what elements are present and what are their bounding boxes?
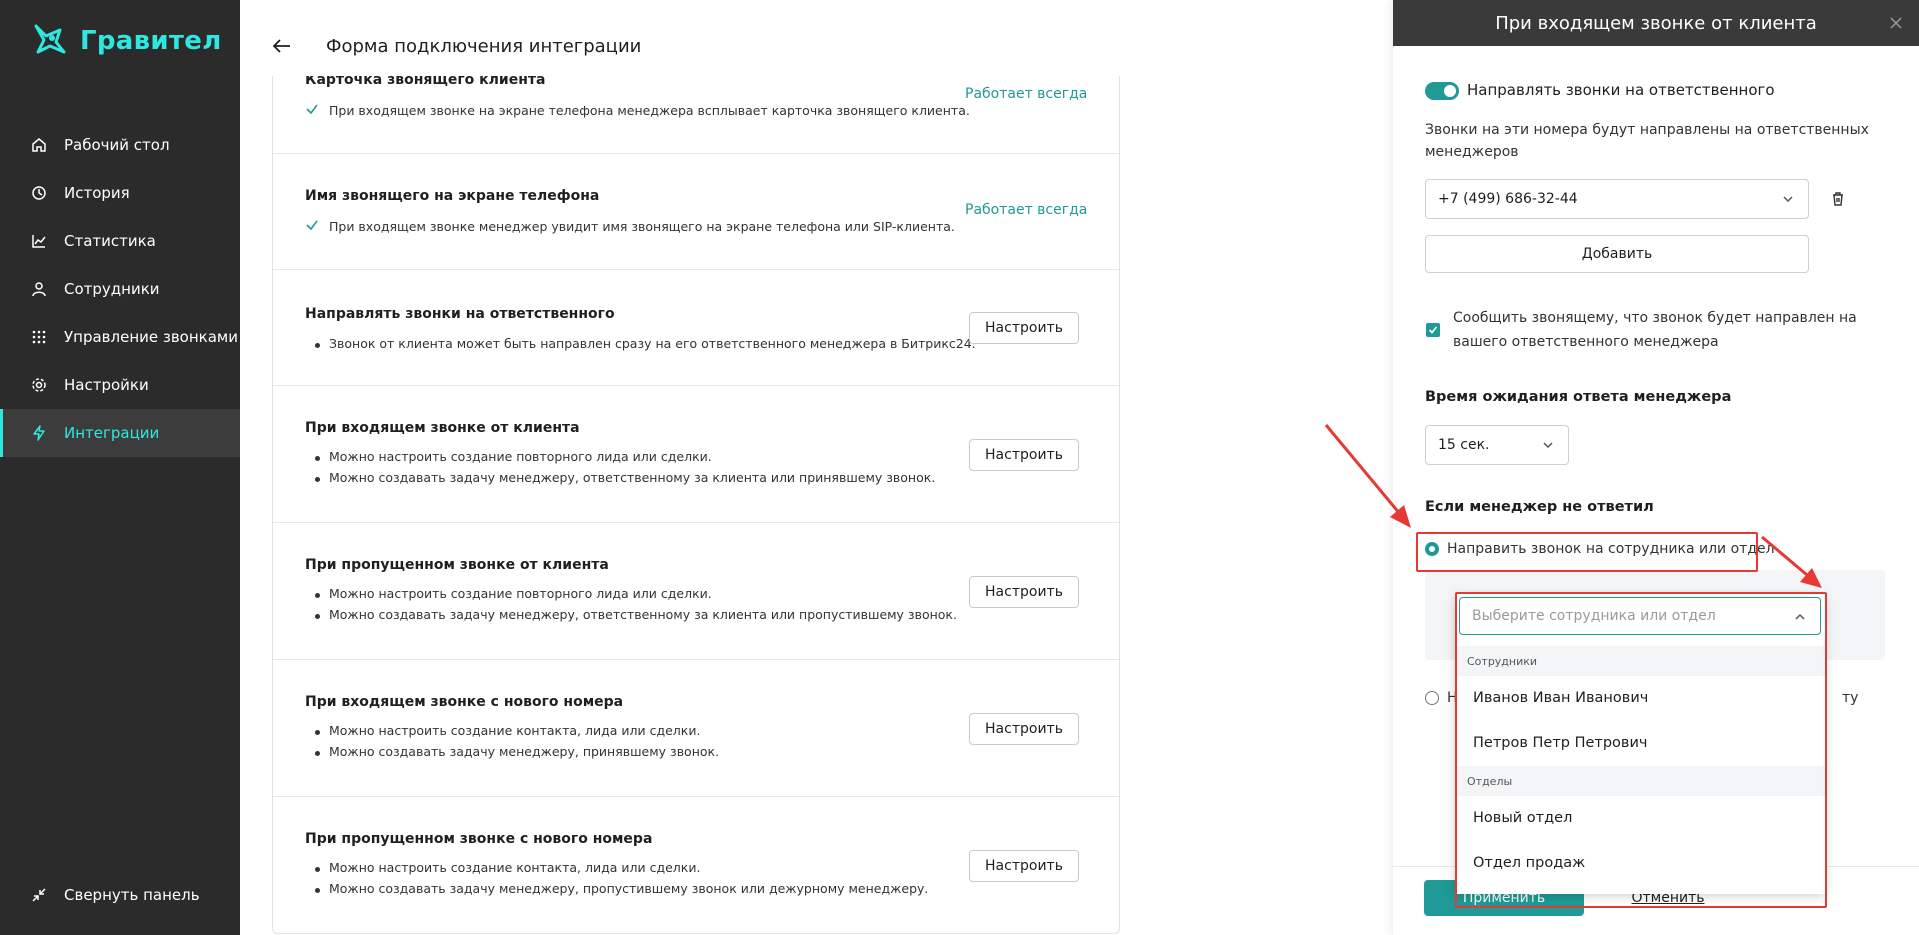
toggle-label: Направлять звонки на ответственного (1467, 81, 1775, 99)
sidebar-item-label: Статистика (64, 232, 156, 250)
feature-bullet: Можно настроить создание повторного лида… (315, 449, 712, 464)
feature-title: При пропущенном звонке с нового номера (305, 831, 653, 847)
feature-title: При входящем звонке от клиента (305, 420, 580, 436)
feature-bullet: Можно создавать задачу менеджеру, приняв… (314, 744, 720, 759)
feature-section-missed-new: При пропущенном звонке с нового номера М… (273, 797, 1119, 933)
trash-icon[interactable] (1830, 191, 1846, 207)
no-answer-title: Если менеджер не ответил (1425, 499, 1654, 515)
collapse-panel-label: Свернуть панель (64, 886, 200, 904)
sidebar-item-dashboard[interactable]: Рабочий стол (0, 121, 240, 169)
feature-section-route-responsible: Направлять звонки на ответственного Звон… (273, 270, 1119, 386)
sidebar-item-integrations[interactable]: Интеграции (0, 409, 240, 457)
wait-time-value: 15 сек. (1438, 437, 1490, 453)
phone-select[interactable]: +7 (499) 686-32-44 (1425, 179, 1809, 219)
sidebar-item-settings[interactable]: Настройки (0, 361, 240, 409)
radio-option-2-label-end: ту (1842, 690, 1859, 706)
sidebar-item-label: Настройки (64, 376, 149, 394)
feature-section-caller-card: Карточка звонящего клиента При входящем … (273, 76, 1119, 154)
collapse-arrows-icon (30, 886, 48, 904)
radio-option-2[interactable] (1425, 691, 1439, 705)
feature-bullet: Можно создавать задачу менеджеру, пропус… (314, 881, 929, 896)
dialpad-icon (30, 328, 48, 346)
page-title: Форма подключения интеграции (326, 35, 642, 57)
feature-bullet: Можно создавать задачу менеджеру, ответс… (315, 607, 957, 622)
chevron-down-icon (1783, 196, 1793, 203)
panel-header: При входящем звонке от клиента (1393, 0, 1919, 46)
sidebar-item-employees[interactable]: Сотрудники (0, 265, 240, 313)
works-always-label: Работает всегда (965, 86, 1088, 102)
sidebar-item-label: Сотрудники (64, 280, 160, 298)
feature-bullet: Можно настроить создание повторного лида… (315, 586, 712, 601)
sidebar-item-history[interactable]: История (0, 169, 240, 217)
feature-bullet: Можно создавать задачу менеджеру, ответс… (314, 470, 936, 485)
feature-section-caller-name: Имя звонящего на экране телефона При вхо… (273, 154, 1119, 270)
route-responsible-toggle[interactable] (1425, 82, 1459, 100)
configure-button[interactable]: Настроить (969, 576, 1079, 608)
check-icon (306, 104, 318, 115)
configure-button[interactable]: Настроить (969, 312, 1079, 344)
collapse-panel-button[interactable]: Свернуть панель (30, 886, 200, 904)
annotation-box-dropdown (1455, 592, 1827, 908)
back-arrow-icon[interactable] (270, 34, 294, 58)
panel-title: При входящем звонке от клиента (1495, 12, 1817, 34)
integration-features-card: Карточка звонящего клиента При входящем … (272, 76, 1120, 934)
feature-section-incoming-client: При входящем звонке от клиента Можно нас… (273, 386, 1119, 523)
user-icon (30, 280, 48, 298)
sidebar-item-label: Управление звонками (64, 328, 238, 346)
home-icon (30, 136, 48, 154)
numbers-hint: Звонки на эти номера будут направлены на… (1425, 122, 1869, 160)
gear-icon (30, 376, 48, 394)
close-icon[interactable] (1887, 14, 1905, 32)
feature-bullet: Звонок от клиента может быть направлен с… (315, 336, 976, 351)
chevron-down-icon (1543, 442, 1553, 449)
feature-bullet: Можно настроить создание контакта, лида … (314, 860, 701, 875)
sidebar-nav: Рабочий стол История Статистика Сотрудни… (0, 121, 240, 457)
feature-section-incoming-new: При входящем звонке с нового номера Можн… (273, 660, 1119, 797)
lightning-icon (30, 424, 48, 442)
notify-caller-label: Сообщить звонящему, что звонок будет нап… (1453, 310, 1857, 350)
logo-text: Гравител (80, 26, 222, 56)
page-header: Форма подключения интеграции (270, 34, 641, 58)
sidebar-item-label: История (64, 184, 130, 202)
history-icon (30, 184, 48, 202)
configure-button[interactable]: Настроить (969, 439, 1079, 471)
chart-icon (30, 232, 48, 250)
sidebar-item-statistics[interactable]: Статистика (0, 217, 240, 265)
feature-title: Направлять звонки на ответственного (305, 306, 615, 322)
sidebar: Гравител Рабочий стол История Статистика… (0, 0, 240, 935)
phone-select-value: +7 (499) 686-32-44 (1438, 191, 1578, 207)
feature-title: При входящем звонке с нового номера (305, 694, 624, 710)
configure-button[interactable]: Настроить (969, 713, 1079, 745)
feature-bullet: Можно настроить создание контакта, лида … (314, 723, 701, 738)
configure-button[interactable]: Настроить (969, 850, 1079, 882)
wait-time-title: Время ожидания ответа менеджера (1425, 389, 1732, 405)
feature-description: При входящем звонке на экране телефона м… (329, 103, 970, 118)
feature-title: Карточка звонящего клиента (305, 76, 546, 88)
sidebar-item-call-management[interactable]: Управление звонками (0, 313, 240, 361)
annotation-box-radio (1416, 532, 1758, 572)
rocket-logo-icon (30, 22, 70, 60)
notify-caller-checkbox[interactable] (1426, 323, 1440, 337)
check-icon (306, 220, 318, 231)
check-icon (1428, 326, 1438, 334)
add-number-button[interactable]: Добавить (1425, 235, 1809, 273)
works-always-label: Работает всегда (965, 202, 1088, 218)
sidebar-item-label: Рабочий стол (64, 136, 170, 154)
feature-description: При входящем звонке менеджер увидит имя … (329, 219, 955, 234)
feature-title: Имя звонящего на экране телефона (305, 188, 600, 204)
sidebar-item-label: Интеграции (64, 424, 160, 442)
feature-section-missed-client: При пропущенном звонке от клиента Можно … (273, 523, 1119, 660)
feature-title: При пропущенном звонке от клиента (305, 557, 609, 573)
wait-time-select[interactable]: 15 сек. (1425, 425, 1569, 465)
logo[interactable]: Гравител (30, 22, 222, 60)
